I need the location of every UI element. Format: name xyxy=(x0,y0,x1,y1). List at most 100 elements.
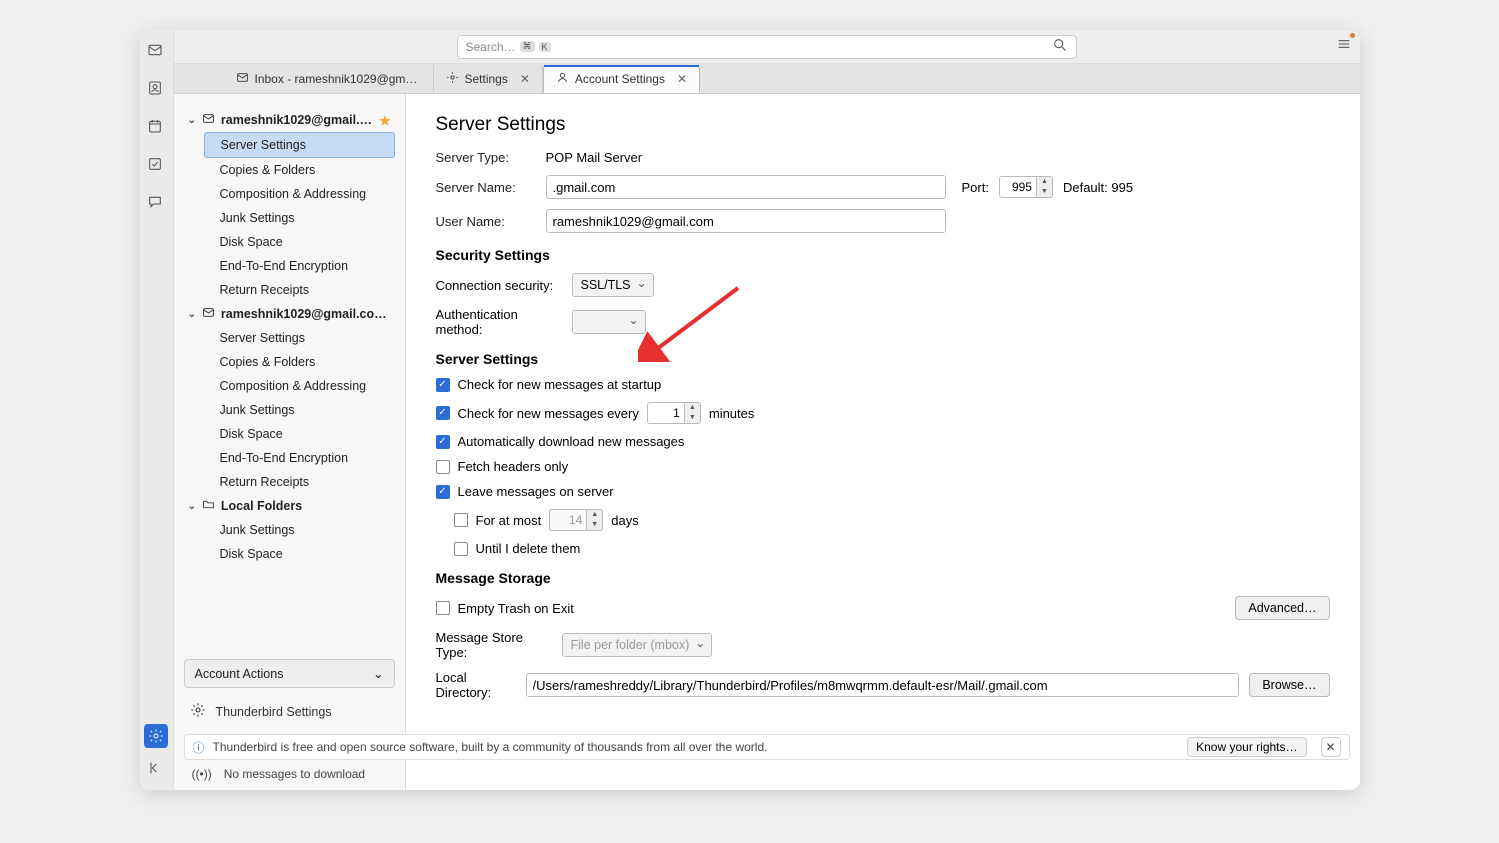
checkbox-label: Fetch headers only xyxy=(458,459,569,474)
gear-icon xyxy=(190,702,206,721)
port-stepper[interactable]: ▲▼ xyxy=(999,176,1053,198)
account-actions-label: Account Actions xyxy=(195,667,284,681)
account-actions-button[interactable]: Account Actions ⌄ xyxy=(184,659,395,688)
kbd-cmd-icon: ⌘ xyxy=(520,41,535,52)
storage-heading: Message Storage xyxy=(436,570,1330,586)
close-banner-button[interactable]: ✕ xyxy=(1321,737,1341,757)
checkbox-interval[interactable] xyxy=(436,406,450,420)
sidebar-item-copies-folders[interactable]: Copies & Folders xyxy=(174,158,405,182)
mailbox-icon xyxy=(202,112,215,128)
checkbox-startup[interactable] xyxy=(436,378,450,392)
port-label: Port: xyxy=(962,180,989,195)
tasks-icon[interactable] xyxy=(147,156,165,174)
account-row[interactable]: ⌄ rameshnik1029@gmail.com ★ xyxy=(174,108,405,132)
store-type-label: Message Store Type: xyxy=(436,630,552,660)
user-name-label: User Name: xyxy=(436,214,536,229)
mail-icon[interactable] xyxy=(147,42,165,60)
port-spin-buttons[interactable]: ▲▼ xyxy=(1037,176,1053,198)
atmost-stepper[interactable]: ▲▼ xyxy=(549,509,603,531)
sidebar-item-composition[interactable]: Composition & Addressing xyxy=(174,374,405,398)
page-title: Server Settings xyxy=(436,114,1330,136)
server-type-value: POP Mail Server xyxy=(546,150,643,165)
advanced-button[interactable]: Advanced… xyxy=(1235,596,1329,620)
close-icon[interactable]: ✕ xyxy=(677,72,687,86)
tab-account-settings[interactable]: Account Settings ✕ xyxy=(543,65,700,93)
checkbox-label: Empty Trash on Exit xyxy=(458,601,574,616)
conn-security-select[interactable]: SSL/TLS xyxy=(572,273,654,297)
gear-icon xyxy=(446,71,459,87)
sidebar-item-disk-space[interactable]: Disk Space xyxy=(174,422,405,446)
sidebar-item-junk[interactable]: Junk Settings xyxy=(174,518,405,542)
server-type-label: Server Type: xyxy=(436,150,536,165)
local-dir-input[interactable] xyxy=(526,673,1240,697)
tab-label: Inbox - rameshnik1029@gmail.com (PO… xyxy=(255,72,421,86)
tab-inbox[interactable]: Inbox - rameshnik1029@gmail.com (PO… xyxy=(224,65,434,93)
sidebar-item-disk-space[interactable]: Disk Space xyxy=(174,542,405,566)
sidebar-item-junk[interactable]: Junk Settings xyxy=(174,398,405,422)
checkbox-label: Until I delete them xyxy=(476,541,581,556)
server-name-label: Server Name: xyxy=(436,180,536,195)
know-rights-button[interactable]: Know your rights… xyxy=(1187,737,1306,757)
chevron-down-icon: ⌄ xyxy=(188,501,196,512)
account-row[interactable]: ⌄ rameshnik1029@gmail.com (P… xyxy=(174,302,405,326)
atmost-spin-buttons[interactable]: ▲▼ xyxy=(587,509,603,531)
default-port-label: Default: 995 xyxy=(1063,180,1133,195)
user-name-input[interactable] xyxy=(546,209,946,233)
thunderbird-settings-link[interactable]: Thunderbird Settings xyxy=(174,694,405,729)
link-label: Thunderbird Settings xyxy=(216,705,332,719)
settings-rail-icon[interactable] xyxy=(144,724,168,748)
sidebar-item-server-settings[interactable]: Server Settings xyxy=(204,132,395,158)
chat-icon[interactable] xyxy=(147,194,165,212)
app-menu-button[interactable] xyxy=(1336,36,1352,57)
store-type-select[interactable]: File per folder (mbox) xyxy=(562,633,713,657)
toolbar: Search… ⌘ K xyxy=(174,30,1360,64)
interval-stepper[interactable]: ▲▼ xyxy=(647,402,701,424)
server-name-input[interactable] xyxy=(546,175,946,199)
sidebar-item-copies-folders[interactable]: Copies & Folders xyxy=(174,350,405,374)
auth-method-select[interactable] xyxy=(572,310,646,334)
account-name: rameshnik1029@gmail.com (P… xyxy=(221,307,397,321)
kbd-k-icon: K xyxy=(539,42,551,52)
search-placeholder: Search… xyxy=(466,40,516,54)
checkbox-empty-trash[interactable] xyxy=(436,601,450,615)
sidebar-item-disk-space[interactable]: Disk Space xyxy=(174,230,405,254)
checkbox-headers[interactable] xyxy=(436,460,450,474)
calendar-icon[interactable] xyxy=(147,118,165,136)
sidebar-item-e2e[interactable]: End-To-End Encryption xyxy=(174,446,405,470)
checkbox-label: Automatically download new messages xyxy=(458,434,685,449)
tab-strip: Inbox - rameshnik1029@gmail.com (PO… Set… xyxy=(174,64,1360,94)
star-icon[interactable]: ★ xyxy=(379,113,390,128)
sidebar-item-e2e[interactable]: End-To-End Encryption xyxy=(174,254,405,278)
account-row-local[interactable]: ⌄ Local Folders xyxy=(174,494,405,518)
interval-spin-buttons[interactable]: ▲▼ xyxy=(685,402,701,424)
sidebar-item-server-settings[interactable]: Server Settings xyxy=(174,326,405,350)
account-icon xyxy=(556,71,569,87)
chevron-down-icon: ⌄ xyxy=(188,309,196,320)
checkbox-leave[interactable] xyxy=(436,485,450,499)
folder-icon xyxy=(202,498,215,514)
left-rail xyxy=(140,30,174,790)
checkbox-until-delete[interactable] xyxy=(454,542,468,556)
status-text: No messages to download xyxy=(224,767,365,781)
port-input[interactable] xyxy=(999,176,1037,198)
tab-settings[interactable]: Settings ✕ xyxy=(434,65,543,93)
local-dir-label: Local Directory: xyxy=(436,670,516,700)
atmost-unit: days xyxy=(611,513,638,528)
close-icon[interactable]: ✕ xyxy=(520,72,530,86)
interval-input[interactable] xyxy=(647,402,685,424)
collapse-icon[interactable] xyxy=(147,760,165,778)
sidebar-item-return-receipts[interactable]: Return Receipts xyxy=(174,278,405,302)
sidebar-item-junk[interactable]: Junk Settings xyxy=(174,206,405,230)
server-settings-heading: Server Settings xyxy=(436,351,1330,367)
sidebar-item-return-receipts[interactable]: Return Receipts xyxy=(174,470,405,494)
status-bar: ((•)) No messages to download xyxy=(184,764,1350,784)
checkbox-autodl[interactable] xyxy=(436,435,450,449)
browse-button[interactable]: Browse… xyxy=(1249,673,1329,697)
sidebar-item-composition[interactable]: Composition & Addressing xyxy=(174,182,405,206)
chevron-down-icon: ⌄ xyxy=(188,115,196,126)
atmost-input[interactable] xyxy=(549,509,587,531)
contacts-icon[interactable] xyxy=(147,80,165,98)
checkbox-atmost[interactable] xyxy=(454,513,468,527)
mailbox-icon xyxy=(202,306,215,322)
search-input[interactable]: Search… ⌘ K xyxy=(457,35,1077,59)
